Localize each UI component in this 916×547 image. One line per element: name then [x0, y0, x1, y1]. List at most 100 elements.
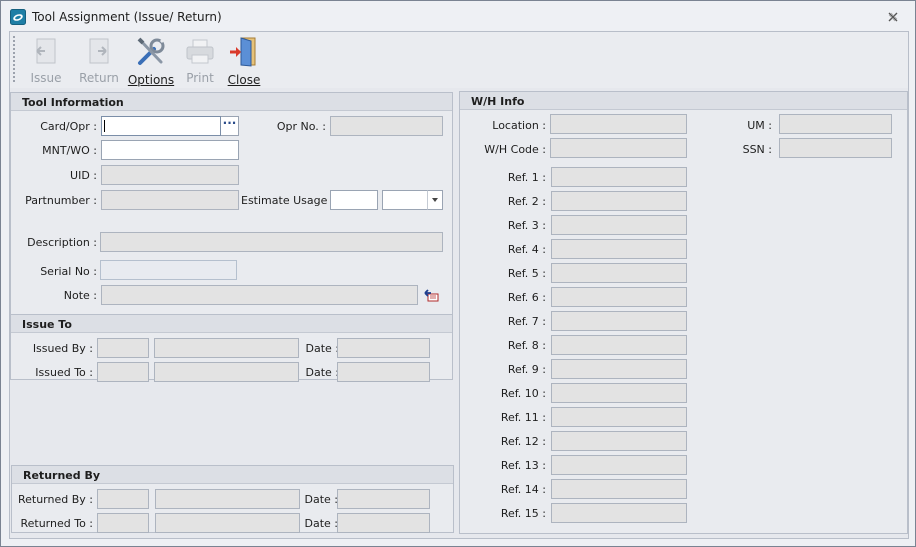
- tool-assignment-window: Tool Assignment (Issue/ Return) Issue Re…: [0, 0, 916, 547]
- description-label: Description :: [27, 236, 97, 249]
- window-title: Tool Assignment (Issue/ Return): [32, 10, 222, 24]
- edit-note-icon[interactable]: [424, 287, 440, 303]
- title-bar: Tool Assignment (Issue/ Return): [1, 1, 915, 31]
- card-opr-input[interactable]: [101, 116, 221, 136]
- returned-by-header: Returned By: [12, 466, 453, 484]
- returned-by-date-label: Date :: [304, 493, 339, 506]
- issued-to-label: Issued To :: [35, 366, 93, 379]
- ref-14-label: Ref. 14 :: [500, 483, 546, 496]
- partnumber-field: [101, 190, 239, 210]
- return-button[interactable]: Return: [74, 36, 124, 86]
- issued-by-label: Issued By :: [32, 342, 93, 355]
- ref-15-label: Ref. 15 :: [500, 507, 546, 520]
- returned-to-label: Returned To :: [20, 517, 93, 530]
- issued-by-code-field: [97, 338, 149, 358]
- returned-to-date-label: Date :: [304, 517, 339, 530]
- ref-11-label: Ref. 11 :: [500, 411, 546, 424]
- ref-3-label: Ref. 3 :: [507, 219, 546, 232]
- return-label: Return: [79, 71, 119, 85]
- returned-to-name-field: [155, 513, 300, 533]
- ref-7-field: [551, 311, 687, 331]
- returned-by-date-field: [337, 489, 430, 509]
- partnumber-label: Partnumber :: [25, 194, 97, 207]
- wh-code-field: [550, 138, 687, 158]
- ref-8-field: [551, 335, 687, 355]
- issued-by-date-label: Date :: [305, 342, 340, 355]
- ref-11-field: [551, 407, 687, 427]
- location-field: [550, 114, 687, 134]
- um-field: [779, 114, 892, 134]
- issue-button[interactable]: Issue: [21, 36, 71, 86]
- ref-7-label: Ref. 7 :: [507, 315, 546, 328]
- opr-no-field: [330, 116, 443, 136]
- issue-label: Issue: [30, 71, 62, 85]
- card-opr-browse-button[interactable]: ···: [221, 116, 239, 136]
- ref-12-field: [551, 431, 687, 451]
- returned-by-code-field: [97, 489, 149, 509]
- close-button[interactable]: Close: [219, 36, 269, 87]
- printer-icon: [186, 39, 214, 64]
- door-exit-icon: [230, 37, 256, 67]
- ref-5-field: [551, 263, 687, 283]
- ref-1-label: Ref. 1 :: [507, 171, 546, 184]
- toolbar-grip[interactable]: [13, 36, 16, 82]
- serial-no-label: Serial No :: [40, 265, 97, 278]
- returned-by-label: Returned By :: [17, 493, 93, 506]
- issued-by-name-field: [154, 338, 299, 358]
- ref-6-field: [551, 287, 687, 307]
- ref-1-field: [551, 167, 687, 187]
- ref-9-field: [551, 359, 687, 379]
- returned-by-panel: Returned By Returned By : Date : Returne…: [11, 465, 454, 533]
- options-button[interactable]: Options: [126, 36, 176, 87]
- close-window-icon[interactable]: [887, 11, 899, 23]
- wh-code-label: W/H Code :: [484, 143, 546, 156]
- ref-4-label: Ref. 4 :: [507, 243, 546, 256]
- returned-by-name-field: [155, 489, 300, 509]
- returned-to-date-field: [337, 513, 430, 533]
- wh-info-panel: W/H Info Location : W/H Code : UM : SSN …: [459, 91, 908, 534]
- note-label: Note :: [63, 289, 97, 302]
- estimate-unit-dropdown-arrow[interactable]: [427, 190, 443, 210]
- estimate-usage-label: Estimate Usage :: [241, 194, 335, 207]
- serial-no-field: [100, 260, 237, 280]
- mnt-wo-input[interactable]: [101, 140, 239, 160]
- ref-15-field: [551, 503, 687, 523]
- ref-8-label: Ref. 8 :: [507, 339, 546, 352]
- toolbar: Issue Return Options Print Close: [10, 32, 908, 88]
- estimate-unit-select[interactable]: [382, 190, 428, 210]
- issue-to-panel: Issue To Issued By : Date : Issued To : …: [10, 314, 453, 382]
- issued-to-name-field: [154, 362, 299, 382]
- options-label: Options: [127, 73, 175, 87]
- tool-information-header: Tool Information: [11, 93, 452, 111]
- options-icon: [137, 37, 165, 65]
- issued-by-date-field: [337, 338, 430, 358]
- text-caret: [104, 120, 105, 132]
- print-label: Print: [186, 71, 214, 85]
- estimate-usage-input[interactable]: [330, 190, 378, 210]
- issue-icon: [36, 38, 56, 64]
- print-button[interactable]: Print: [175, 36, 225, 86]
- ref-6-label: Ref. 6 :: [507, 291, 546, 304]
- close-label: Close: [227, 73, 261, 87]
- ref-14-field: [551, 479, 687, 499]
- ref-9-label: Ref. 9 :: [507, 363, 546, 376]
- returned-to-code-field: [97, 513, 149, 533]
- uid-label: UID :: [70, 169, 97, 182]
- ref-13-label: Ref. 13 :: [500, 459, 546, 472]
- wh-info-header: W/H Info: [460, 92, 907, 110]
- location-label: Location :: [492, 119, 546, 132]
- ssn-field: [779, 138, 892, 158]
- note-field: [101, 285, 418, 305]
- ref-2-field: [551, 191, 687, 211]
- ref-13-field: [551, 455, 687, 475]
- issued-to-date-field: [337, 362, 430, 382]
- issued-to-code-field: [97, 362, 149, 382]
- issued-to-date-label: Date :: [305, 366, 340, 379]
- ref-12-label: Ref. 12 :: [500, 435, 546, 448]
- um-label: UM :: [747, 119, 772, 132]
- uid-field: [101, 165, 239, 185]
- mnt-wo-label: MNT/WO :: [42, 144, 97, 157]
- return-icon: [89, 38, 109, 64]
- ref-10-field: [551, 383, 687, 403]
- ssn-label: SSN :: [742, 143, 772, 156]
